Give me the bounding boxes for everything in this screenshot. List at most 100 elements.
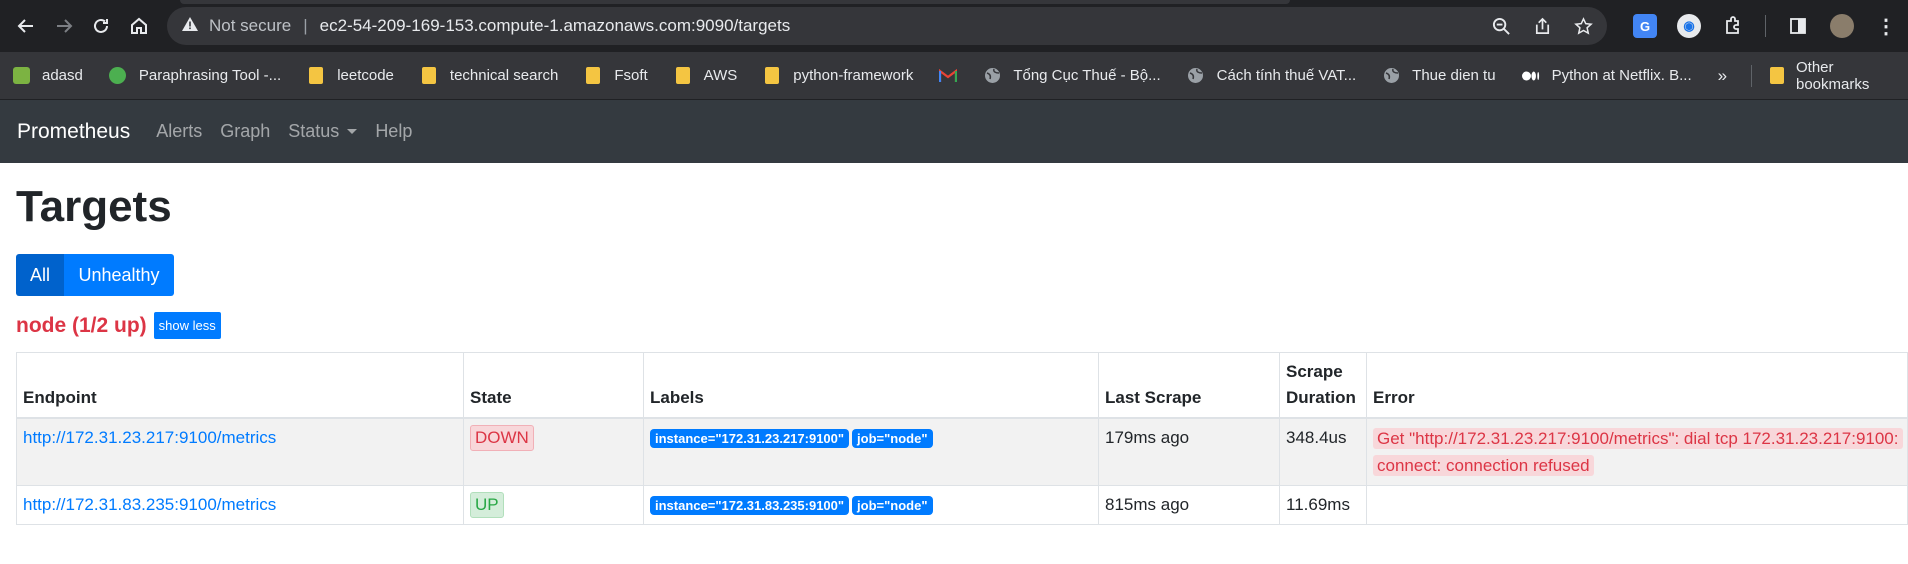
error-message: Get "http://172.31.23.217:9100/metrics":…	[1373, 428, 1903, 476]
bookmark-python-netflix[interactable]: Python at Netflix. B...	[1521, 67, 1692, 85]
warning-icon	[181, 16, 199, 37]
bookmark-label: python-framework	[793, 67, 914, 84]
bookmark-star-icon[interactable]	[1574, 16, 1593, 36]
back-arrow-icon	[17, 19, 33, 33]
label-badge-instance: instance="172.31.23.217:9100"	[650, 429, 850, 448]
nav-status[interactable]: Status	[288, 121, 358, 142]
browser-toolbar: Not secure | ec2-54-209-169-153.compute-…	[0, 0, 1908, 52]
bookmark-tong-cuc-thue[interactable]: Tổng Cục Thuế - Bộ...	[983, 67, 1161, 85]
bookmark-label: adasd	[42, 67, 83, 84]
target-group-title[interactable]: node (1/2 up)	[16, 314, 147, 338]
bookmark-label: Python at Netflix. B...	[1551, 67, 1692, 84]
bookmarks-bar: adasd Paraphrasing Tool -... leetcode te…	[0, 52, 1908, 100]
omnibox-actions	[1492, 16, 1593, 36]
bookmark-adasd[interactable]: adasd	[12, 67, 83, 85]
url-text[interactable]: ec2-54-209-169-153.compute-1.amazonaws.c…	[320, 16, 1492, 36]
endpoint-cell: http://172.31.83.235:9100/metrics	[16, 485, 464, 525]
nav-graph[interactable]: Graph	[220, 121, 270, 142]
nav-alerts[interactable]: Alerts	[156, 121, 202, 142]
address-bar[interactable]: Not secure | ec2-54-209-169-153.compute-…	[167, 7, 1607, 45]
folder-icon	[674, 67, 692, 85]
side-panel-icon[interactable]	[1786, 14, 1810, 38]
show-less-button[interactable]: show less	[153, 312, 221, 339]
globe-icon	[983, 67, 1001, 85]
bookmarks-divider	[1751, 64, 1752, 87]
tab-strip	[0, 0, 1908, 6]
reload-button[interactable]	[86, 8, 118, 44]
duration-cell: 348.4us	[1279, 417, 1367, 486]
zoom-icon[interactable]	[1492, 17, 1511, 36]
bookmark-gmail[interactable]	[939, 67, 958, 85]
header-endpoint: Endpoint	[16, 352, 464, 419]
main-content: Targets All Unhealthy node (1/2 up) show…	[0, 181, 1908, 525]
bookmark-python-framework[interactable]: python-framework	[763, 67, 913, 85]
last-scrape-cell: 815ms ago	[1098, 485, 1280, 525]
header-error: Error	[1366, 352, 1908, 419]
bookmark-fsoft[interactable]: Fsoft	[584, 67, 648, 85]
toolbar-divider	[1765, 15, 1766, 37]
error-cell: Get "http://172.31.23.217:9100/metrics":…	[1366, 417, 1908, 486]
filter-unhealthy-button[interactable]: Unhealthy	[64, 254, 174, 296]
nav-help[interactable]: Help	[375, 121, 412, 142]
bookmark-technical-search[interactable]: technical search	[420, 67, 558, 85]
bookmark-paraphrasing[interactable]: Paraphrasing Tool -...	[109, 67, 281, 85]
bookmark-label: Paraphrasing Tool -...	[138, 67, 282, 84]
other-bookmarks[interactable]: Other bookmarks	[1796, 59, 1896, 93]
bookmark-label: Fsoft	[614, 67, 648, 84]
bookmark-aws[interactable]: AWS	[674, 67, 738, 85]
bookmark-thue-dien-tu[interactable]: Thue dien tu	[1382, 67, 1496, 85]
globe-icon	[1187, 67, 1205, 85]
back-button[interactable]	[10, 8, 42, 44]
table-header-row: Endpoint State Labels Last Scrape Scrape…	[16, 352, 1908, 419]
medium-icon	[1521, 67, 1540, 85]
header-scrape-line1: Scrape	[1286, 362, 1343, 381]
bookmark-leetcode[interactable]: leetcode	[307, 67, 394, 85]
header-scrape-line2: Duration	[1286, 388, 1356, 407]
bookmark-label: AWS	[703, 67, 738, 84]
target-group-header: node (1/2 up) show less	[16, 312, 1892, 339]
header-state: State	[463, 352, 644, 419]
paraphrase-icon	[109, 67, 127, 85]
home-button[interactable]	[123, 8, 155, 44]
endpoint-link[interactable]: http://172.31.23.217:9100/metrics	[23, 428, 276, 447]
not-secure-label[interactable]: Not secure	[209, 16, 291, 36]
labels-cell: instance="172.31.23.217:9100" job="node"	[643, 417, 1099, 486]
endpoint-link[interactable]: http://172.31.83.235:9100/metrics	[23, 495, 276, 514]
folder-icon	[1769, 67, 1784, 84]
gmail-icon	[939, 67, 958, 85]
label-badge-job: job="node"	[852, 496, 933, 515]
globe-icon	[1382, 67, 1400, 85]
brand[interactable]: Prometheus	[17, 120, 130, 144]
active-tab-edge	[180, 0, 1290, 4]
prometheus-navbar: Prometheus Alerts Graph Status Help	[0, 100, 1908, 163]
endpoint-cell: http://172.31.23.217:9100/metrics	[16, 417, 464, 486]
filter-button-group: All Unhealthy	[16, 254, 1892, 296]
nav-status-label: Status	[288, 121, 340, 141]
bookmark-label: Tổng Cục Thuế - Bộ...	[1013, 67, 1161, 84]
labels-cell: instance="172.31.83.235:9100" job="node"	[643, 485, 1099, 525]
more-bookmarks-button[interactable]: »	[1718, 66, 1727, 86]
translate-extension-icon[interactable]: G	[1633, 14, 1657, 38]
table-row: http://172.31.23.217:9100/metrics DOWN i…	[16, 417, 1908, 486]
header-labels: Labels	[643, 352, 1099, 419]
profile-avatar[interactable]	[1830, 14, 1854, 38]
folder-icon	[307, 67, 325, 85]
header-last-scrape: Last Scrape	[1098, 352, 1280, 419]
bookmarks-overflow: » Other bookmarks	[1718, 59, 1896, 93]
bookmark-label: leetcode	[337, 67, 394, 84]
extension-icon[interactable]: ◉	[1677, 14, 1701, 38]
puzzle-extensions-icon[interactable]	[1721, 14, 1745, 38]
home-icon	[131, 17, 148, 34]
folder-icon	[584, 67, 602, 85]
folder-icon	[763, 67, 781, 85]
menu-icon[interactable]: ⋮	[1874, 14, 1898, 38]
share-icon[interactable]	[1533, 17, 1552, 36]
forward-button[interactable]	[48, 8, 80, 44]
bookmark-cach-tinh-thue[interactable]: Cách tính thuế VAT...	[1187, 67, 1356, 85]
url-separator: |	[303, 16, 308, 35]
forward-arrow-icon	[56, 19, 73, 33]
table-row: http://172.31.83.235:9100/metrics UP ins…	[16, 485, 1908, 525]
header-scrape-duration: Scrape Duration	[1279, 352, 1367, 419]
chevron-down-icon	[347, 129, 358, 134]
filter-all-button[interactable]: All	[16, 254, 64, 296]
